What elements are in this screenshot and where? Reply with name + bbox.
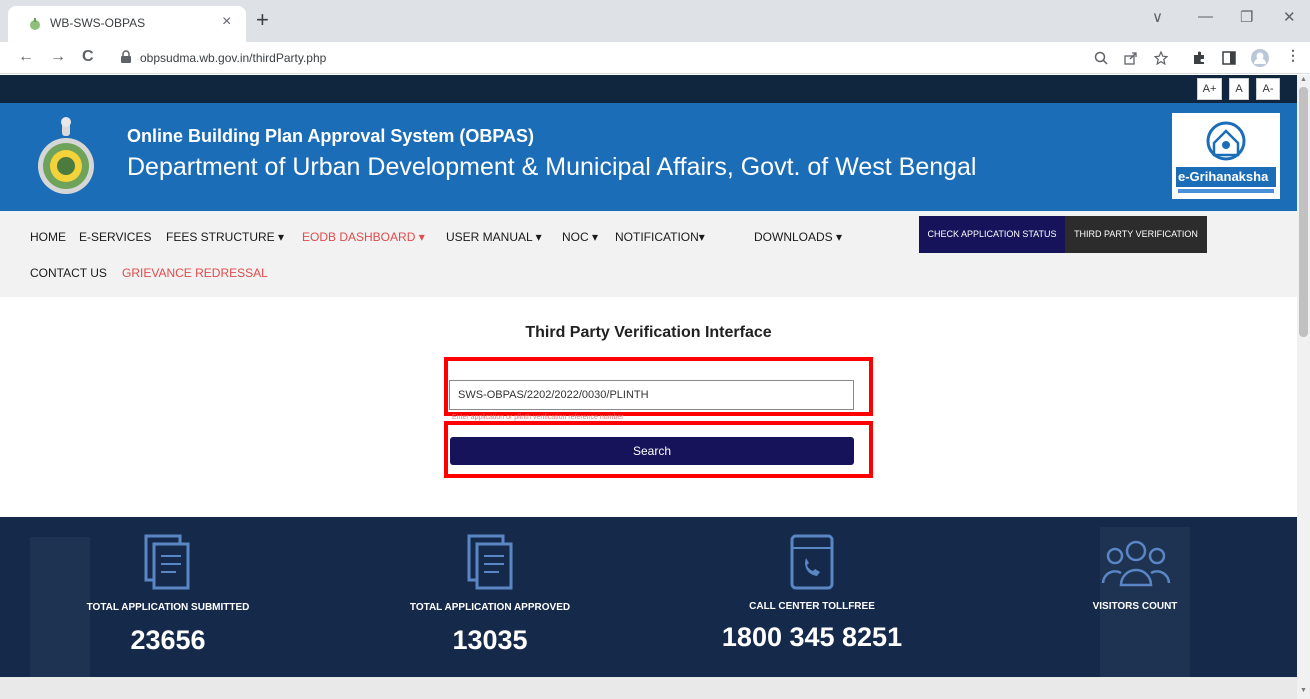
scroll-down-icon[interactable]: ▼: [1300, 687, 1307, 694]
document-approved-icon: [467, 534, 513, 590]
tab-title: WB-SWS-OBPAS: [50, 16, 146, 30]
nav-notification[interactable]: NOTIFICATION▾: [615, 230, 705, 244]
back-icon[interactable]: ←: [18, 48, 34, 66]
nav-user-manual[interactable]: USER MANUAL ▾: [446, 230, 542, 244]
browser-address-bar: ← → C obpsudma.wb.gov.in/thirdParty.php …: [0, 42, 1310, 74]
nav-eservices[interactable]: E-SERVICES: [79, 230, 151, 244]
forward-icon[interactable]: →: [50, 48, 66, 66]
profile-avatar-icon[interactable]: [1250, 48, 1270, 68]
house-logo-icon: [1176, 121, 1276, 193]
call-center-label: CALL CENTER TOLLFREE: [749, 601, 875, 612]
browser-tab[interactable]: WB-SWS-OBPAS ×: [8, 6, 246, 42]
nav-fees-structure[interactable]: FEES STRUCTURE ▾: [166, 230, 284, 244]
verification-form-title: Third Party Verification Interface: [525, 324, 772, 341]
total-submitted-value: 23656: [130, 625, 206, 655]
check-application-status-button[interactable]: CHECK APPLICATION STATUS: [919, 216, 1065, 253]
search-button[interactable]: Search: [450, 437, 854, 465]
reload-icon[interactable]: C: [82, 48, 94, 66]
call-center-icon: [790, 534, 834, 590]
total-approved-label: TOTAL APPLICATION APPROVED: [409, 602, 571, 613]
lock-icon: [121, 50, 131, 63]
sidepanel-icon[interactable]: [1222, 51, 1236, 65]
call-center-number[interactable]: 1800 345 8251: [690, 622, 934, 653]
logo-text: e-Grihanaksha: [1178, 169, 1269, 184]
egrihanaksha-logo[interactable]: e-Grihanaksha: [1172, 113, 1280, 199]
url-text: obpsudma.wb.gov.in/thirdParty.php: [140, 51, 327, 65]
bookmark-star-icon[interactable]: [1154, 51, 1168, 65]
font-decrease-button[interactable]: A-: [1256, 78, 1280, 100]
nav-eodb-dashboard[interactable]: EODB DASHBOARD ▾: [302, 230, 425, 244]
scroll-up-icon[interactable]: ▲: [1300, 76, 1307, 83]
accessibility-strip: A+ A A-: [0, 75, 1297, 103]
nav-home[interactable]: HOME: [30, 230, 66, 244]
visitors-icon: [1101, 540, 1171, 587]
nav-downloads[interactable]: DOWNLOADS ▾: [754, 230, 842, 244]
third-party-verification-button[interactable]: THIRD PARTY VERIFICATION: [1065, 216, 1207, 253]
application-number-input[interactable]: [449, 380, 854, 410]
minimize-icon[interactable]: —: [1198, 8, 1213, 25]
new-tab-icon[interactable]: +: [256, 8, 269, 32]
browser-menu-icon[interactable]: ⋮: [1286, 47, 1300, 64]
close-window-icon[interactable]: ✕: [1283, 8, 1296, 26]
total-approved-value: 13035: [452, 625, 528, 655]
statistics-section: TOTAL APPLICATION SUBMITTED 23656 TOTAL …: [0, 517, 1297, 677]
nav-grievance-redressal[interactable]: GRIEVANCE REDRESSAL: [122, 266, 268, 280]
department-title: Department of Urban Development & Munici…: [127, 153, 977, 181]
system-title: Online Building Plan Approval System (OB…: [127, 126, 535, 146]
visitors-count-label: VISITORS COUNT: [1092, 601, 1178, 612]
browser-tab-bar: WB-SWS-OBPAS × + ∨ — ❐ ✕: [0, 0, 1310, 42]
font-normal-button[interactable]: A: [1229, 78, 1249, 100]
west-bengal-emblem-icon: [38, 117, 94, 194]
web-page: A+ A A- Online Building Plan Approval Sy…: [0, 75, 1297, 699]
document-submitted-icon: [144, 534, 190, 590]
page-scrollbar[interactable]: ▲ ▼: [1297, 75, 1310, 699]
tab-search-icon[interactable]: ∨: [1152, 8, 1163, 26]
tab-close-icon[interactable]: ×: [222, 13, 231, 31]
total-submitted-label: TOTAL APPLICATION SUBMITTED: [86, 602, 250, 613]
font-increase-button[interactable]: A+: [1197, 78, 1222, 100]
header-banner: Online Building Plan Approval System (OB…: [0, 103, 1297, 211]
site-favicon-icon: [30, 18, 40, 30]
nav-contact-us[interactable]: CONTACT US: [30, 266, 107, 280]
input-helper-text: Enter application or plinth verification…: [452, 414, 624, 421]
footer-strip: [0, 677, 1297, 699]
zoom-icon[interactable]: [1094, 51, 1108, 65]
nav-noc[interactable]: NOC ▾: [562, 230, 598, 244]
share-icon[interactable]: [1124, 51, 1138, 65]
main-navigation: HOME E-SERVICES FEES STRUCTURE ▾ EODB DA…: [0, 211, 1297, 297]
url-bar[interactable]: obpsudma.wb.gov.in/thirdParty.php: [110, 46, 1286, 70]
maximize-icon[interactable]: ❐: [1240, 8, 1253, 26]
extensions-icon[interactable]: [1192, 51, 1206, 65]
scrollbar-thumb[interactable]: [1299, 87, 1308, 337]
